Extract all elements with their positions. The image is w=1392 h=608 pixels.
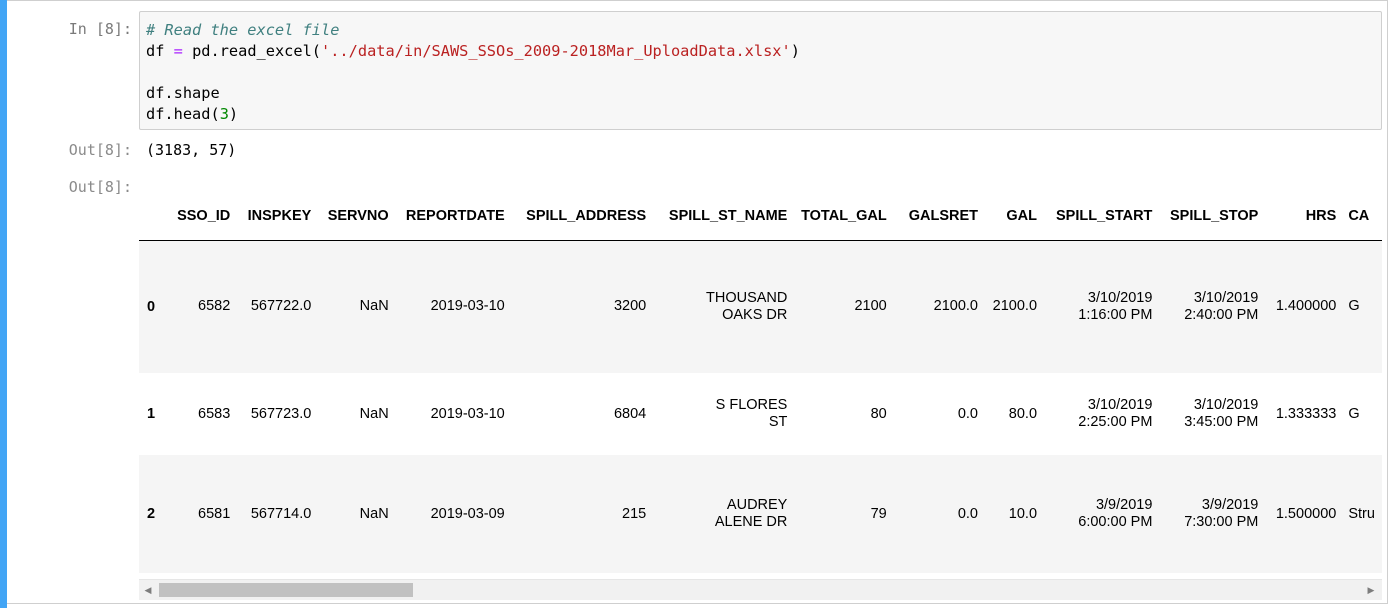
table-cell: 2019-03-09 (430, 505, 505, 522)
code-editor[interactable]: # Read the excel file df = pd.read_excel(… (139, 11, 1382, 130)
table-cell: 3/10/2019 2:25:00 PM (1078, 397, 1153, 430)
table-cell: 567723.0 (250, 405, 312, 422)
table-cell: 2019-03-10 (430, 298, 505, 315)
horizontal-scrollbar[interactable]: ◀ ▶ (139, 579, 1382, 600)
code-token: df.head( (146, 105, 220, 123)
column-header: SPILL_ADDRESS (510, 193, 653, 241)
column-header: HRS (1264, 193, 1343, 241)
table-cell: NaN (359, 505, 389, 522)
column-header: GAL (984, 193, 1044, 241)
table-cell: 6582 (198, 298, 231, 315)
table-cell: NaN (359, 405, 389, 422)
row-index: 0 (147, 298, 156, 315)
index-header (139, 193, 167, 241)
column-header: SPILL_START (1043, 193, 1159, 241)
column-header: INSPKEY (236, 193, 318, 241)
scroll-left-icon[interactable]: ◀ (143, 584, 153, 596)
table-cell: 2100.0 (992, 298, 1038, 315)
table-cell: 6804 (613, 405, 647, 422)
code-text[interactable]: # Read the excel file df = pd.read_excel(… (146, 20, 800, 125)
table-row: 0 6582 567722.0 NaN 2019-03-10 3200 THOU… (139, 240, 1382, 373)
scrollbar-thumb[interactable] (159, 583, 413, 597)
column-header: GALSRET (892, 193, 984, 241)
table-cell: 1.333333 (1275, 405, 1337, 422)
table-cell: AUDREY ALENE DR (714, 497, 788, 530)
column-header: SERVNO (317, 193, 395, 241)
column-header: TOTAL_GAL (793, 193, 893, 241)
column-header: SPILL_STOP (1158, 193, 1265, 241)
table-cell: 6581 (198, 505, 231, 522)
row-index: 1 (147, 406, 156, 422)
table-cell: 1.500000 (1275, 505, 1337, 522)
table-cell: 0.0 (957, 505, 978, 522)
table-cell: 2100 (854, 298, 887, 315)
table-cell: 2100.0 (933, 298, 978, 315)
table-cell: 80.0 (1008, 405, 1038, 422)
table-cell: 6583 (198, 405, 231, 422)
dataframe-output[interactable]: SSO_ID INSPKEY SERVNO REPORTDATE SPILL_A… (139, 193, 1382, 575)
code-token: ) (790, 42, 800, 60)
row-index: 2 (147, 506, 156, 522)
scroll-right-icon[interactable]: ▶ (1366, 584, 1376, 596)
table-row: 1 6583 567723.0 NaN 2019-03-10 6804 S FL… (139, 373, 1382, 455)
table-cell: 215 (622, 505, 647, 522)
code-token: df (146, 42, 174, 60)
table-cell: 3/10/2019 1:16:00 PM (1078, 289, 1153, 323)
table-cell: 10.0 (1008, 505, 1038, 522)
table-cell: G (1348, 298, 1360, 315)
code-token: pd.read_excel( (182, 42, 322, 60)
table-cell: 1.400000 (1275, 298, 1337, 315)
input-prompt: In [8]: (68, 20, 132, 38)
column-header: CA (1342, 193, 1382, 241)
code-comment: # Read the excel file (146, 21, 340, 39)
output-prompt: Out[8]: (68, 178, 132, 196)
table-cell: 567714.0 (250, 505, 312, 522)
column-header: REPORTDATE (394, 193, 511, 241)
table-cell: S FLORES ST (715, 397, 788, 430)
table-cell: 80 (870, 405, 887, 422)
table-cell: 79 (870, 505, 887, 522)
dataframe-table: SSO_ID INSPKEY SERVNO REPORTDATE SPILL_A… (139, 193, 1382, 573)
code-number: 3 (219, 105, 229, 123)
table-cell: NaN (359, 298, 389, 315)
code-token: ) (228, 105, 239, 123)
column-header: SSO_ID (166, 193, 237, 241)
table-cell: 3/10/2019 2:40:00 PM (1184, 289, 1259, 323)
cell-selection-bar (0, 0, 7, 608)
code-operator: = (173, 42, 183, 60)
table-row: 2 6581 567714.0 NaN 2019-03-09 215 AUDRE… (139, 455, 1382, 573)
table-cell: 0.0 (957, 405, 978, 422)
code-string: '../data/in/SAWS_SSOs_2009-2018Mar_Uploa… (321, 42, 791, 60)
table-cell: 3/9/2019 6:00:00 PM (1078, 497, 1153, 530)
table-cell: 3/10/2019 3:45:00 PM (1184, 397, 1259, 430)
table-cell: 3200 (613, 298, 647, 315)
table-cell: Stru (1348, 505, 1375, 522)
table-cell: THOUSAND OAKS DR (705, 289, 788, 323)
table-header-row: SSO_ID INSPKEY SERVNO REPORTDATE SPILL_A… (139, 193, 1382, 241)
table-cell: 3/9/2019 7:30:00 PM (1184, 497, 1259, 530)
column-header: SPILL_ST_NAME (652, 193, 794, 241)
output-prompt: Out[8]: (68, 141, 132, 159)
table-cell: 2019-03-10 (430, 405, 505, 422)
shape-output: (3183, 57) (146, 141, 237, 159)
table-cell: G (1348, 405, 1360, 422)
table-cell: 567722.0 (250, 298, 312, 315)
code-token: df.shape (146, 84, 220, 102)
